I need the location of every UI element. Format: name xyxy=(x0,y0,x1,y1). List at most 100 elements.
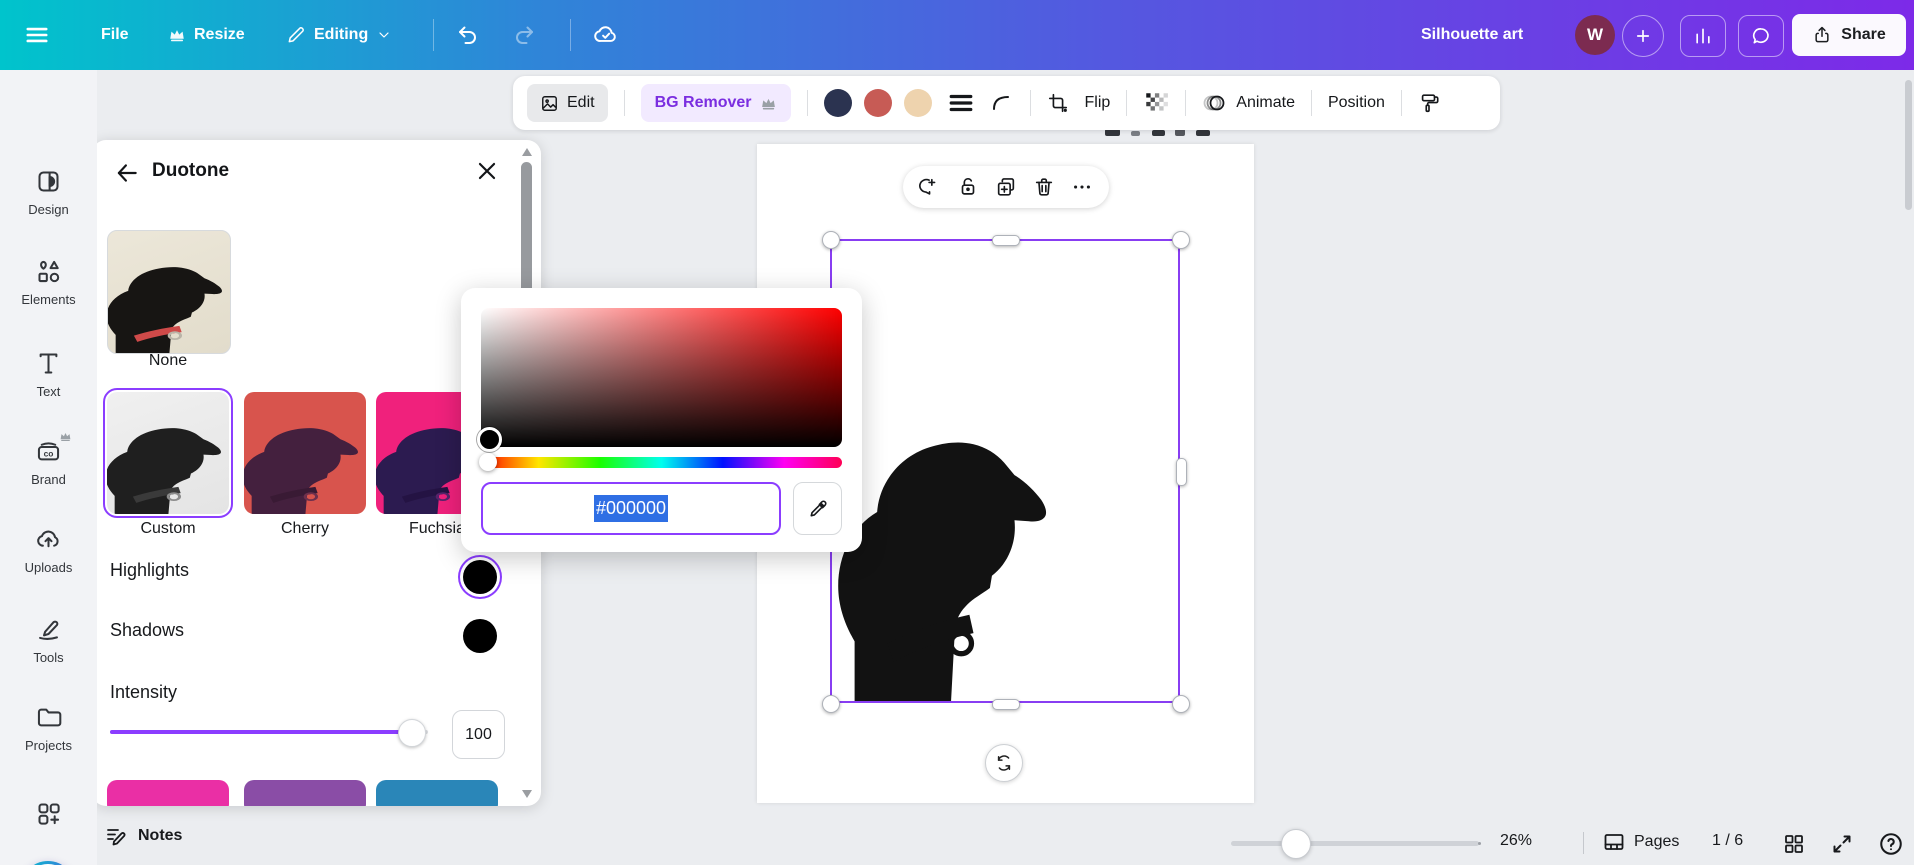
add-comment-icon[interactable] xyxy=(919,176,941,198)
eyedropper-button[interactable] xyxy=(793,482,842,535)
redo-button[interactable] xyxy=(512,0,536,70)
highlights-color-swatch[interactable] xyxy=(463,560,497,594)
upload-cloud-icon xyxy=(37,530,59,548)
share-icon xyxy=(1815,26,1829,43)
animate-button[interactable]: Animate xyxy=(1202,91,1295,115)
divider xyxy=(1126,90,1128,116)
delete-icon[interactable] xyxy=(1033,176,1055,198)
duotone-preset-blue[interactable] xyxy=(376,780,498,806)
transparency-button[interactable] xyxy=(1143,90,1169,116)
crown-icon xyxy=(60,432,71,442)
zoom-slider-endcap xyxy=(1478,842,1481,845)
position-button[interactable]: Position xyxy=(1328,94,1385,112)
canvas-scrollbar[interactable] xyxy=(1905,80,1912,210)
add-member-button[interactable] xyxy=(1622,15,1664,57)
bg-remover-label: BG Remover xyxy=(654,94,752,111)
sidebar-item-brand[interactable]: co Brand xyxy=(0,432,97,487)
duplicate-icon[interactable] xyxy=(995,176,1017,198)
pages-button[interactable]: Pages xyxy=(1602,830,1679,854)
cloud-save-status-icon[interactable] xyxy=(593,0,619,70)
selection-handle-top[interactable] xyxy=(992,235,1020,246)
intensity-slider[interactable] xyxy=(110,719,428,747)
duotone-preset-cherry[interactable] xyxy=(244,392,366,514)
hex-color-input[interactable]: #000000 xyxy=(481,482,781,535)
file-menu-label: File xyxy=(101,26,129,43)
duotone-none-thumbnail[interactable] xyxy=(107,230,231,354)
duotone-preset-purple[interactable] xyxy=(244,780,366,806)
help-button[interactable] xyxy=(1878,831,1904,857)
sidebar-item-elements[interactable]: Elements xyxy=(0,258,97,307)
resize-menu-label: Resize xyxy=(194,26,245,43)
bg-remover-button[interactable]: BG Remover xyxy=(640,84,791,122)
intensity-value-box[interactable]: 100 xyxy=(452,710,505,759)
sidebar-item-apps[interactable] xyxy=(0,800,97,827)
rotate-handle[interactable] xyxy=(985,744,1023,782)
selection-handle-bottom[interactable] xyxy=(992,699,1020,710)
scroll-up-arrow[interactable] xyxy=(522,148,532,156)
divider xyxy=(1400,90,1402,116)
copy-style-button[interactable] xyxy=(1418,92,1440,114)
scroll-down-arrow[interactable] xyxy=(522,790,532,798)
grid-view-button[interactable] xyxy=(1782,832,1806,856)
duotone-preset-custom[interactable] xyxy=(103,388,233,518)
duotone-preset-pink[interactable] xyxy=(107,780,229,806)
saturation-area[interactable] xyxy=(477,308,842,452)
brand-icon: co xyxy=(37,442,60,461)
intensity-value: 100 xyxy=(465,725,492,743)
sidebar-rail: Design Elements Text co Brand Uploads To… xyxy=(0,70,97,865)
saturation-handle[interactable] xyxy=(477,427,502,452)
page-indicator: 1 / 6 xyxy=(1712,832,1744,849)
notes-button[interactable]: Notes xyxy=(104,824,182,848)
fullscreen-button[interactable] xyxy=(1830,832,1854,856)
selection-handle-top-right[interactable] xyxy=(1172,231,1190,249)
edit-image-button[interactable]: Edit xyxy=(527,84,608,122)
crop-button[interactable] xyxy=(1047,92,1069,114)
insights-button[interactable] xyxy=(1680,15,1726,57)
share-button-label: Share xyxy=(1841,26,1886,43)
selection-handle-bottom-right[interactable] xyxy=(1172,695,1190,713)
color-swatch-navy[interactable] xyxy=(823,89,852,117)
intensity-slider-handle[interactable] xyxy=(398,719,426,747)
dog-silhouette-image[interactable] xyxy=(830,395,1076,703)
color-swatch-red[interactable] xyxy=(863,89,892,117)
divider xyxy=(806,90,808,116)
tools-pen-icon xyxy=(39,620,59,640)
main-menu-button[interactable] xyxy=(24,0,50,70)
shadows-color-swatch[interactable] xyxy=(463,619,497,653)
share-button[interactable]: Share xyxy=(1792,14,1906,56)
unlock-icon[interactable] xyxy=(957,176,979,198)
design-title[interactable]: Silhouette art xyxy=(1421,0,1523,70)
hue-slider[interactable] xyxy=(479,453,842,471)
resize-menu[interactable]: Resize xyxy=(168,0,245,70)
zoom-percentage[interactable]: 26% xyxy=(1500,832,1532,850)
editing-mode-dropdown[interactable]: Editing xyxy=(286,0,392,70)
file-menu[interactable]: File xyxy=(101,0,129,70)
sidebar-item-text[interactable]: Text xyxy=(0,350,97,399)
avatar[interactable]: W xyxy=(1575,15,1615,55)
curve-button[interactable] xyxy=(990,91,1014,115)
sidebar-item-design[interactable]: Design xyxy=(0,168,97,217)
sidebar-item-tools[interactable]: Tools xyxy=(0,616,97,665)
color-swatch-peach[interactable] xyxy=(903,89,932,117)
flip-button[interactable]: Flip xyxy=(1085,94,1111,112)
selection-handle-right[interactable] xyxy=(1176,458,1187,486)
back-arrow-icon[interactable] xyxy=(114,160,140,186)
sidebar-item-uploads[interactable]: Uploads xyxy=(0,526,97,575)
sidebar-item-projects[interactable]: Projects xyxy=(0,704,97,753)
undo-button[interactable] xyxy=(456,0,480,70)
spacing-button[interactable] xyxy=(948,90,974,116)
divider xyxy=(1029,90,1031,116)
hidden-page-icon-fragment xyxy=(1196,130,1210,136)
hue-slider-handle[interactable] xyxy=(479,453,497,471)
comments-button[interactable] xyxy=(1738,15,1784,57)
hidden-page-icon-fragment xyxy=(1152,130,1165,136)
magic-assistant-button[interactable] xyxy=(21,861,75,865)
selection-handle-top-left[interactable] xyxy=(822,231,840,249)
editing-mode-label: Editing xyxy=(314,26,369,43)
close-icon[interactable] xyxy=(474,158,500,184)
sidebar-label: Brand xyxy=(31,472,66,487)
more-options-icon[interactable] xyxy=(1071,176,1093,198)
selection-handle-bottom-left[interactable] xyxy=(822,695,840,713)
zoom-slider[interactable] xyxy=(1231,829,1481,859)
zoom-slider-handle[interactable] xyxy=(1281,829,1311,859)
